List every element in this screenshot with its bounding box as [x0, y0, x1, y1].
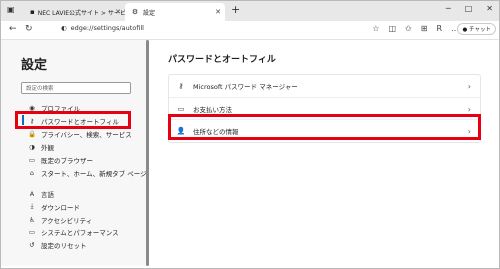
browser-icon: ▭: [28, 156, 36, 164]
accessibility-icon: ♿: [29, 215, 35, 224]
row-password-manager[interactable]: ⚷ Microsoft パスワード マネージャー ›: [169, 75, 480, 97]
reset-icon: ↺: [29, 241, 35, 250]
tab-bar: ▣ ▪ NEC LAVIE公式サイト > サービス&サ… ✕ ⚙ 設定 ✕ + …: [1, 1, 499, 21]
highlight-box-main: [168, 114, 481, 140]
sidebar-item-downloads[interactable]: ⤓ ダウンロード: [27, 200, 147, 213]
sidebar-item-system[interactable]: ▭ システムとパフォーマンス: [27, 226, 147, 239]
chat-button[interactable]: ● チャット: [457, 23, 496, 35]
page-icon: ▪: [30, 8, 35, 16]
sidebar-item-label: システムとパフォーマンス: [41, 229, 119, 238]
sidebar-item-label: 既定のブラウザー: [41, 157, 93, 165]
search-input[interactable]: 設定の検索: [21, 82, 131, 94]
url-text: edge://settings/autofill: [70, 24, 144, 32]
appearance-icon: ◑: [29, 143, 35, 152]
row-label: お支払い方法: [193, 106, 232, 114]
sidebar-item-appearance[interactable]: ◑ 外観: [27, 141, 147, 154]
key-icon: ⚷: [178, 82, 184, 90]
favorites-list-icon[interactable]: ✩: [405, 24, 412, 33]
tab-nec[interactable]: ▪ NEC LAVIE公式サイト > サービス&サ… ✕: [25, 3, 125, 21]
card-icon: ▭: [177, 105, 185, 113]
copilot-icon: ●: [462, 27, 468, 33]
tab-label: NEC LAVIE公式サイト > サービス&サ…: [37, 9, 125, 17]
download-icon: ⤓: [30, 202, 34, 211]
sidebar-item-label: スタート、ホーム、新規タブ ページ: [41, 169, 147, 178]
minimize-icon[interactable]: ─: [446, 4, 451, 13]
favorite-icon[interactable]: ☆: [372, 24, 379, 33]
sidebar-item-languages[interactable]: A 言語: [27, 187, 147, 200]
tab-label: 設定: [143, 9, 156, 17]
toolbar-icons: ☆ ◫ ✩ ⊞ R …: [372, 24, 459, 33]
sidebar-item-label: 言語: [41, 190, 54, 199]
profile-avatar[interactable]: R: [436, 24, 442, 33]
chevron-right-icon: ›: [467, 81, 471, 91]
sidebar-item-reset[interactable]: ↺ 設定のリセット: [27, 239, 147, 252]
split-screen-icon[interactable]: ◫: [388, 24, 396, 33]
window-menu-icon[interactable]: ▣: [7, 5, 15, 14]
close-icon[interactable]: ✕: [215, 8, 221, 16]
sidebar-item-accessibility[interactable]: ♿ アクセシビリティ: [27, 213, 147, 226]
settings-sidebar: 設定 設定の検索 ◉ プロファイル ⚷ パスワードとオートフィル 🔒 プライバシー、検…: [1, 40, 148, 266]
chat-label: チャット: [469, 27, 491, 33]
gear-icon: ⚙: [131, 8, 139, 16]
close-window-icon[interactable]: ✕: [486, 4, 493, 13]
new-tab-button[interactable]: +: [231, 3, 240, 16]
sidebar-item-label: ダウンロード: [41, 203, 80, 212]
sidebar-item-label: プライバシー、検索、サービス: [41, 131, 132, 140]
refresh-icon[interactable]: ↻: [25, 24, 33, 34]
sidebar-item-label: 設定のリセット: [41, 242, 87, 251]
address-row: ← ↻ ◐ edge://settings/autofill ☆ ◫ ✩ ⊞ R…: [1, 21, 499, 40]
search-placeholder: 設定の検索: [26, 86, 54, 92]
collections-icon[interactable]: ⊞: [421, 24, 428, 33]
sidebar-item-label: 外観: [41, 144, 54, 153]
sidebar-scrollbar[interactable]: [146, 40, 149, 266]
home-icon: ⌂: [29, 168, 35, 177]
language-icon: A: [29, 189, 35, 198]
address-bar[interactable]: ◐ edge://settings/autofill: [61, 24, 144, 32]
sidebar-item-label: アクセシビリティ: [41, 216, 93, 225]
tab-settings[interactable]: ⚙ 設定 ✕: [125, 3, 225, 21]
edge-icon: ◐: [61, 24, 67, 32]
lock-icon: 🔒: [27, 130, 37, 139]
back-icon[interactable]: ←: [9, 24, 17, 34]
sidebar-item-default-browser[interactable]: ▭ 既定のブラウザー: [27, 154, 147, 167]
system-icon: ▭: [28, 228, 36, 237]
sidebar-item-start-home[interactable]: ⌂ スタート、ホーム、新規タブ ページ: [27, 166, 147, 179]
window-controls: ─ □ ✕: [446, 4, 493, 13]
section-title: パスワードとオートフィル: [168, 55, 276, 65]
highlight-box-sidebar: [15, 111, 131, 129]
sidebar-item-privacy[interactable]: 🔒 プライバシー、検索、サービス: [27, 128, 147, 141]
row-label: Microsoft パスワード マネージャー: [193, 83, 298, 91]
close-icon[interactable]: ✕: [115, 8, 121, 16]
page-title: 設定: [21, 58, 48, 73]
maximize-icon[interactable]: □: [465, 4, 473, 13]
chevron-right-icon: ›: [467, 104, 471, 114]
